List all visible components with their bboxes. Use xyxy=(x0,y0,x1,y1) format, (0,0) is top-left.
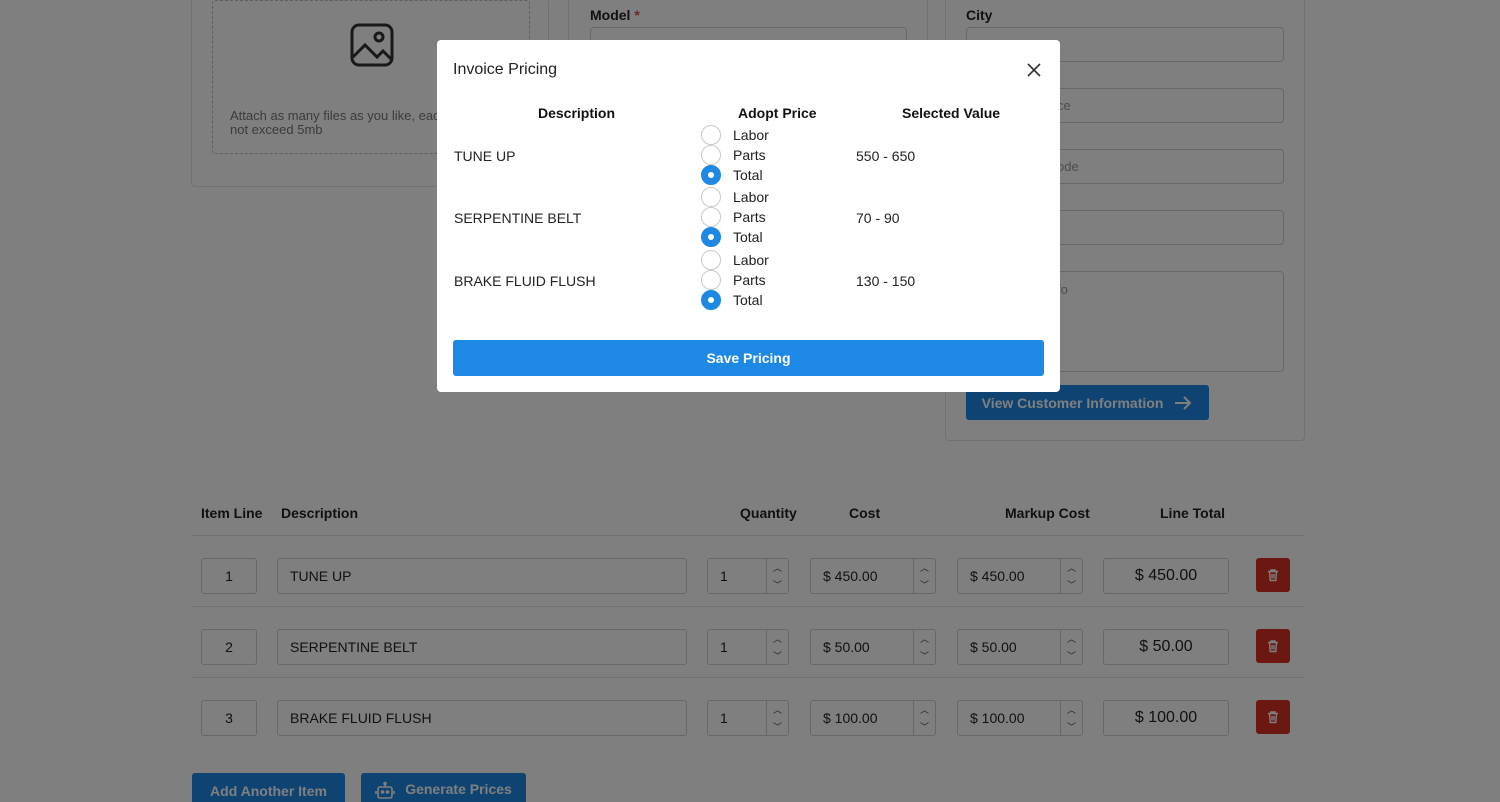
close-icon[interactable] xyxy=(1026,62,1042,78)
radio-labor[interactable]: Labor xyxy=(701,187,769,207)
item-description: BRAKE FLUID FLUSH xyxy=(454,273,596,289)
save-pricing-button[interactable]: Save Pricing xyxy=(453,340,1044,376)
col-adopt-price-header: Adopt Price xyxy=(738,105,817,121)
radio-total[interactable]: Total xyxy=(701,227,763,247)
radio-label: Total xyxy=(733,229,763,245)
radio-button[interactable] xyxy=(701,270,721,290)
col-description-header: Description xyxy=(538,105,616,121)
radio-labor[interactable]: Labor xyxy=(701,250,769,270)
item-description: SERPENTINE BELT xyxy=(454,210,582,226)
radio-button[interactable] xyxy=(701,125,721,145)
radio-label: Labor xyxy=(733,252,769,268)
radio-button[interactable] xyxy=(701,250,721,270)
selected-value: 550 - 650 xyxy=(856,148,916,164)
radio-parts[interactable]: Parts xyxy=(701,270,766,290)
radio-label: Parts xyxy=(733,209,766,225)
selected-value: 130 - 150 xyxy=(856,273,916,289)
radio-label: Parts xyxy=(733,147,766,163)
radio-labor[interactable]: Labor xyxy=(701,125,769,145)
radio-label: Labor xyxy=(733,189,769,205)
radio-label: Total xyxy=(733,292,763,308)
modal-title: Invoice Pricing xyxy=(453,61,558,78)
col-selected-value-header: Selected Value xyxy=(902,105,1001,121)
radio-button-selected[interactable] xyxy=(701,290,721,310)
radio-parts[interactable]: Parts xyxy=(701,207,766,227)
radio-parts[interactable]: Parts xyxy=(701,145,766,165)
radio-label: Labor xyxy=(733,127,769,143)
radio-label: Parts xyxy=(733,272,766,288)
radio-button[interactable] xyxy=(701,207,721,227)
radio-total[interactable]: Total xyxy=(701,165,763,185)
radio-button[interactable] xyxy=(701,145,721,165)
item-description: TUNE UP xyxy=(454,148,516,164)
radio-button-selected[interactable] xyxy=(701,227,721,247)
radio-button-selected[interactable] xyxy=(701,165,721,185)
selected-value: 70 - 90 xyxy=(856,210,900,226)
radio-button[interactable] xyxy=(701,187,721,207)
radio-label: Total xyxy=(733,167,763,183)
radio-total[interactable]: Total xyxy=(701,290,763,310)
invoice-pricing-modal: Invoice Pricing Description Adopt Price … xyxy=(437,40,1060,392)
